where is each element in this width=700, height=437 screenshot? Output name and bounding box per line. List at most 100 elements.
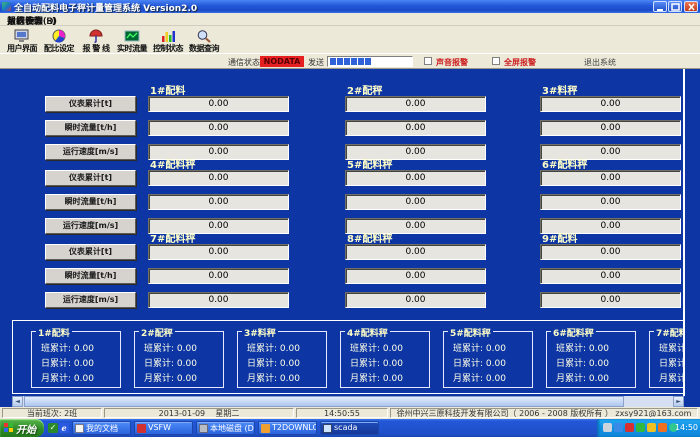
label-meter-total[interactable]: 仪表累计[t] [45,96,136,112]
label-run-speed[interactable]: 运行速度[m/s] [45,218,136,234]
sound-alarm-label: 声音报警 [436,57,468,68]
label-run-speed[interactable]: 运行速度[m/s] [45,144,136,160]
weekday-value: 星期二 [215,409,239,418]
date-status: 2013-01-09 星期二 [104,408,294,418]
exit-system-button[interactable]: 退出系统 [584,57,616,68]
shift-total: 班累计: 0.00 [659,341,684,354]
maximize-button[interactable] [668,1,682,12]
menu-help[interactable]: 帮助(H) [0,13,46,27]
day-total: 日累计: 0.00 [453,356,506,369]
day-total: 日累计: 0.00 [556,356,609,369]
user-interface-button[interactable]: 用户界面 [4,27,40,53]
alarm-line-button[interactable]: 报 警 线 [78,27,114,53]
horizontal-scrollbar[interactable]: ◄ ► [12,396,684,407]
realtime-flow-button[interactable]: 实时流量 [114,27,150,53]
day-total: 日累计: 0.00 [350,356,403,369]
vsfw-icon [137,424,146,433]
task-vsfw[interactable]: VSFW [134,421,193,435]
system-tray: 14:50 [597,419,700,437]
day-total: 日累计: 0.00 [247,356,300,369]
month-total: 月累计: 0.00 [247,371,300,384]
tray-icon-blue[interactable] [614,423,623,432]
magnifier-icon [196,28,212,42]
internet-explorer-icon[interactable]: e [59,423,69,433]
month-total: 月累计: 0.00 [41,371,94,384]
label-instant-flow[interactable]: 瞬时流量[t/h] [45,268,136,284]
scroll-left-arrow[interactable]: ◄ [12,396,23,407]
day-total: 日累计: 0.00 [144,356,197,369]
minimize-button[interactable] [653,1,667,12]
totals-box-6: 6#配料秤 班累计: 0.00 日累计: 0.00 月累计: 0.00 [546,331,636,388]
tray-icon-orange[interactable] [658,423,667,432]
shift-status: 当前班次: 2班 [2,408,102,418]
shift-total: 班累计: 0.00 [144,341,197,354]
label-instant-flow[interactable]: 瞬时流量[t/h] [45,120,136,136]
close-button[interactable] [684,1,698,12]
scale-2-meter-total: 0.00 [345,96,486,112]
day-total: 日累计: 0.00 [659,356,684,369]
scale-9-title: 9#配料 [542,230,577,245]
ratio-setting-button[interactable]: 配比设定 [41,27,77,53]
totals-box-7: 7#配料 班累计: 0.00 日累计: 0.00 月累计: 0.00 [649,331,684,388]
totals-box-4: 4#配料秤 班累计: 0.00 日累计: 0.00 月累计: 0.00 [340,331,430,388]
shift-total: 班累计: 0.00 [350,341,403,354]
scale-9-instant-flow: 0.00 [540,268,681,284]
tray-icon-red[interactable] [625,423,634,432]
tray-icon-yellow[interactable] [647,423,656,432]
task-t2download[interactable]: T2DOWNLOAD [258,421,317,435]
umbrella-icon [88,28,104,42]
scale-8-run-speed: 0.00 [345,292,486,308]
totals-box-2: 2#配秤 班累计: 0.00 日累计: 0.00 月累计: 0.00 [134,331,224,388]
status-bar: 当前班次: 2班 2013-01-09 星期二 14:50:55 徐州中兴三原科… [0,407,700,419]
scale-8-instant-flow: 0.00 [345,268,486,284]
month-total: 月累计: 0.00 [350,371,403,384]
task-local-disk[interactable]: 本地磁盘 (D:) [196,421,255,435]
speaker-icon[interactable] [603,423,612,432]
comm-status-strip: 通信状态 NODATA 发送 声音报警 全屏报警 退出系统 [0,53,700,69]
scada-icon [323,424,332,433]
label-instant-flow[interactable]: 瞬时流量[t/h] [45,194,136,210]
shield-icon[interactable]: ✓ [48,423,58,433]
scale-1-instant-flow: 0.00 [148,120,289,136]
comm-status-label: 通信状态 [228,57,260,68]
flow-screen-icon [124,28,140,42]
scale-3-title: 3#料秤 [542,82,577,97]
start-button[interactable]: 开始 [0,419,44,437]
control-status-button[interactable]: 控制状态 [150,27,186,53]
scale-3-instant-flow: 0.00 [540,120,681,136]
date-value: 2013-01-09 [159,409,206,418]
pie-chart-icon [51,28,67,42]
menu-bar: 系统设置(S) 运行参数(P) 运行状态(R) 报表管理(B) 数据查询(D) … [0,13,700,26]
title-bar: 全自动配料电子秤计量管理系统 Version2.0 [0,0,700,13]
windows-flag-icon [4,423,13,432]
data-query-button[interactable]: 数据查询 [186,27,222,53]
label-run-speed[interactable]: 运行速度[m/s] [45,292,136,308]
scale-2-title: 2#配秤 [347,82,382,97]
main-panel: 1#配料 2#配秤 3#料秤 仪表累计[t] 瞬时流量[t/h] 运行速度[m/… [0,69,700,407]
scroll-right-arrow[interactable]: ► [673,396,684,407]
shift-total: 班累计: 0.00 [41,341,94,354]
scale-4-title: 4#配料秤 [150,156,195,171]
scale-8-meter-total: 0.00 [345,244,486,260]
scale-9-run-speed: 0.00 [540,292,681,308]
label-meter-total[interactable]: 仪表累计[t] [45,244,136,260]
totals-box-1: 1#配料 班累计: 0.00 日累计: 0.00 月累计: 0.00 [31,331,121,388]
scrollbar-thumb[interactable] [24,396,624,407]
totals-box-5: 5#配料秤 班累计: 0.00 日累计: 0.00 月累计: 0.00 [443,331,533,388]
tray-icon-green[interactable] [636,423,645,432]
scale-1-title: 1#配料 [150,82,185,97]
disk-drive-icon [199,424,208,433]
scale-7-meter-total: 0.00 [148,244,289,260]
fullscreen-alarm-checkbox[interactable] [492,57,500,65]
sound-alarm-checkbox[interactable] [424,57,432,65]
task-scada[interactable]: scada [320,421,379,435]
comm-status-badge: NODATA [260,56,304,67]
task-my-documents[interactable]: 我的文档 [72,421,131,435]
month-total: 月累计: 0.00 [556,371,609,384]
scale-7-title: 7#配料秤 [150,230,195,245]
month-total: 月累计: 0.00 [453,371,506,384]
label-meter-total[interactable]: 仪表累计[t] [45,170,136,186]
shift-total: 班累计: 0.00 [247,341,300,354]
send-progress-bar [327,56,413,67]
folder-icon [261,424,270,433]
